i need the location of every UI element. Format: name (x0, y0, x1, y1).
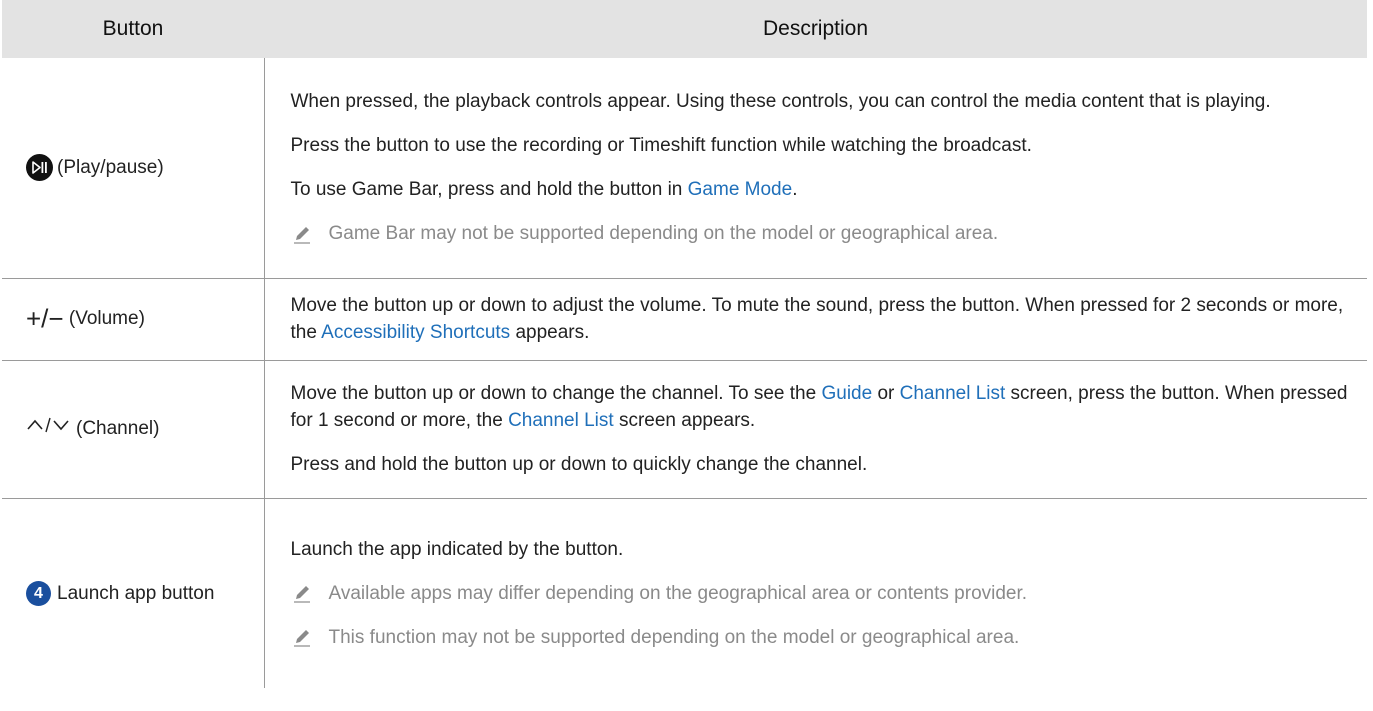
channel-list-link[interactable]: Channel List (508, 410, 614, 431)
note: Game Bar may not be supported depending … (291, 220, 1350, 247)
description-cell: Move the button up or down to change the… (264, 360, 1367, 499)
accessibility-shortcuts-link[interactable]: Accessibility Shortcuts (321, 322, 510, 343)
note: This function may not be supported depen… (291, 624, 1350, 651)
play-pause-icon (26, 154, 53, 182)
game-mode-link[interactable]: Game Mode (688, 179, 793, 200)
number-4-icon: 4 (26, 581, 51, 607)
table-row: +/− (Volume) Move the button up or down … (2, 278, 1367, 361)
button-description-table: Button Description (Play/pause) When pre… (2, 0, 1367, 688)
description-cell: Launch the app indicated by the button. … (264, 498, 1367, 688)
description-text: Launch the app indicated by the button. (290, 538, 624, 560)
channel-list-link[interactable]: Channel List (900, 383, 1006, 404)
pencil-icon (291, 580, 317, 607)
header-description: Description (264, 0, 1367, 58)
up-down-chevron-icon (26, 415, 70, 443)
description-text: Press and hold the button up or down to … (290, 454, 868, 475)
button-label: (Channel) (76, 418, 160, 440)
note-text: Available apps may differ depending on t… (328, 582, 1028, 604)
note: Available apps may differ depending on t… (291, 580, 1350, 607)
description-cell: When pressed, the playback controls appe… (264, 58, 1367, 279)
table-row: 4 Launch app button Launch the app indica… (2, 498, 1367, 688)
button-label: Launch app button (57, 582, 215, 604)
table-header-row: Button Description (2, 0, 1367, 58)
button-cell: (Play/pause) (2, 58, 265, 279)
guide-link[interactable]: Guide (821, 383, 872, 404)
description-text: Move the button up or down to adjust the… (290, 295, 1344, 343)
button-label: (Play/pause) (57, 157, 164, 178)
description-cell: Move the button up or down to adjust the… (264, 278, 1367, 361)
button-cell: +/− (Volume) (2, 278, 265, 361)
note-text: This function may not be supported depen… (328, 626, 1020, 648)
button-cell: (Channel) (2, 360, 265, 499)
pencil-icon (291, 220, 317, 247)
header-button: Button (2, 0, 264, 58)
description-text: To use Game Bar, press and hold the butt… (290, 179, 798, 201)
table-row: (Channel) Move the button up or down to … (2, 360, 1367, 499)
button-cell: 4 Launch app button (2, 498, 265, 688)
description-text: When pressed, the playback controls appe… (290, 91, 1271, 113)
description-text: Move the button up or down to change the… (290, 383, 1348, 431)
plus-minus-icon: +/− (26, 303, 64, 334)
description-text: Press the button to use the recording or… (290, 135, 1032, 157)
button-label: (Volume) (68, 308, 145, 330)
note-text: Game Bar may not be supported depending … (328, 223, 999, 245)
pencil-icon (291, 624, 317, 651)
table-row: (Play/pause) When pressed, the playback … (2, 58, 1367, 279)
